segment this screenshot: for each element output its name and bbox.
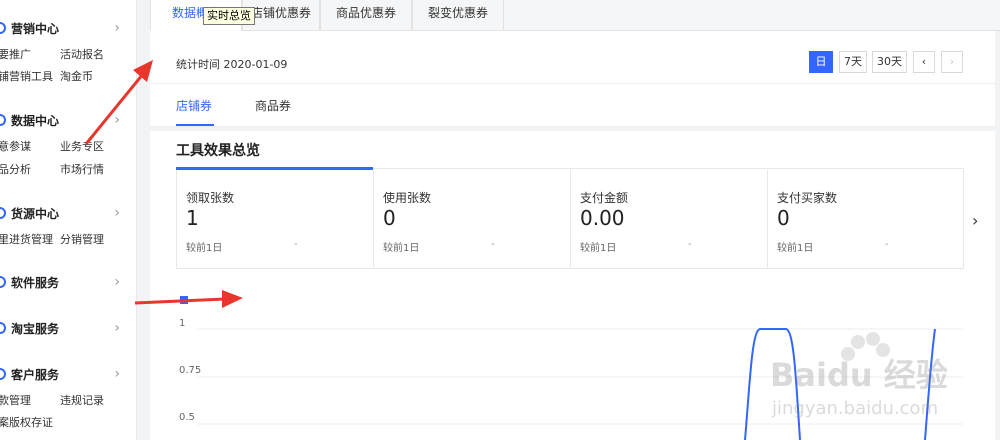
annotation-arrow-head [133, 60, 153, 82]
annotation-arrow-line [84, 73, 145, 145]
annotation-overlay [84, 60, 243, 308]
annotation-arrow-head [222, 290, 243, 308]
annotation-arrow-line [134, 297, 226, 305]
